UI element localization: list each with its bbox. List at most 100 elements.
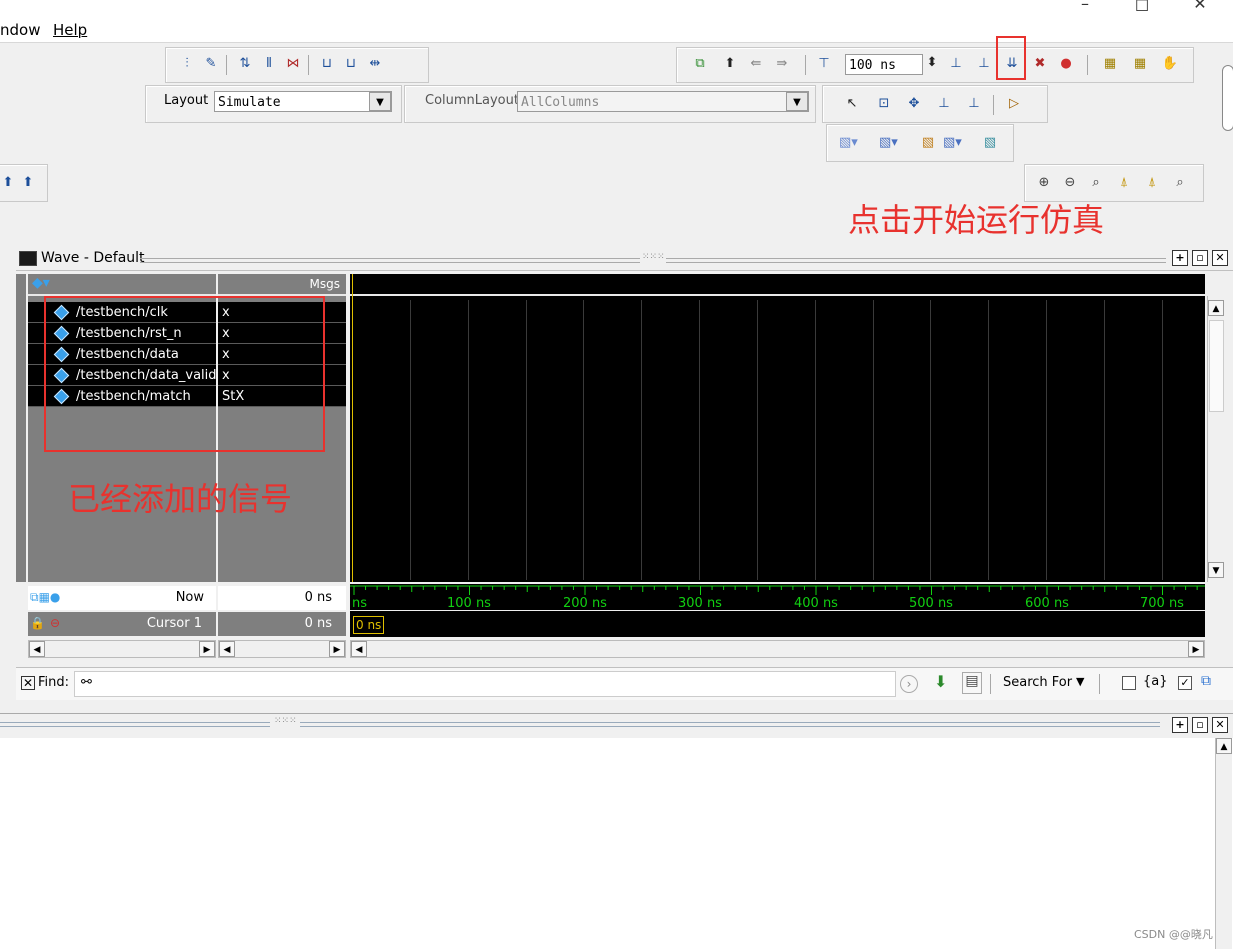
chevron-down-icon[interactable]: ▼ (786, 92, 808, 111)
cursor-line-icon[interactable]: ⊥ (935, 95, 953, 113)
drag-handle-icon[interactable]: ⁙⁙⁙ (642, 252, 665, 262)
lower-close-icon[interactable]: ✕ (1212, 717, 1228, 733)
menu-help[interactable]: Help (53, 21, 87, 39)
scroll-right-icon[interactable]: ▶ (199, 641, 215, 657)
scroll-left-icon[interactable]: ◀ (219, 641, 235, 657)
cursor-add2-icon[interactable]: ⊥ (965, 95, 983, 113)
scroll-right-icon[interactable]: ▶ (329, 641, 345, 657)
zoom-out-icon[interactable]: ⊖ (1061, 174, 1079, 192)
menu-bar: ndow Help (0, 18, 1233, 43)
continue-icon[interactable]: ⊥ (975, 55, 993, 73)
now-label: Now (175, 590, 204, 605)
run-all-highlight (996, 36, 1026, 80)
bookmark-icon[interactable]: ▧▾ (839, 134, 858, 152)
back-icon[interactable]: ⇚ (747, 55, 765, 73)
time-axis: ns 100 ns 200 ns 300 ns 400 ns 500 ns 60… (350, 584, 1205, 611)
run-icon[interactable]: ⊥ (947, 55, 965, 73)
add-wave-icon[interactable]: ⬆ (0, 174, 17, 192)
play-icon[interactable]: ▷ (1005, 95, 1023, 113)
wave-close-icon[interactable]: ✕ (1212, 250, 1228, 266)
scroll-down-icon[interactable]: ▼ (1208, 562, 1224, 578)
wave-menu-icon[interactable]: ◆▾ (32, 275, 50, 291)
waveform-plot[interactable] (350, 274, 1205, 582)
add-wave-up-icon[interactable]: ⬆ (19, 174, 37, 192)
find-next-icon[interactable]: › (900, 675, 918, 693)
minimize-icon[interactable]: – (1075, 0, 1095, 13)
layout-select[interactable]: Simulate (214, 91, 392, 112)
zoom-range-icon[interactable]: ⍋ (1143, 174, 1161, 192)
wave-horizontal-scrollbar[interactable]: ◀ ▶ (350, 640, 1205, 658)
edit-icon[interactable]: ✎ (202, 55, 220, 73)
names-horizontal-scrollbar[interactable]: ◀ ▶ (28, 640, 216, 658)
snap-icon[interactable]: ⊔ (318, 55, 336, 73)
cursor-add-icon[interactable]: ⦀ (260, 55, 278, 73)
cursor-delete-icon[interactable]: ⋈ (284, 55, 302, 73)
restart-icon[interactable]: ⧉ (691, 55, 709, 73)
find-down-icon[interactable]: ⬇ (934, 672, 947, 691)
stop-icon[interactable]: ● (1057, 55, 1075, 73)
hand-icon[interactable]: ✋ (1161, 55, 1179, 73)
search-for-label[interactable]: Search For (1003, 675, 1072, 690)
scroll-left-icon[interactable]: ◀ (351, 641, 367, 657)
find-input[interactable]: ⚯ (74, 671, 896, 697)
bookmark-edit-icon[interactable]: ▧ (919, 134, 937, 152)
search-for-dropdown-icon[interactable]: ▼ (1076, 675, 1084, 688)
names-header: ◆▾ (28, 274, 216, 296)
up-arrow-icon[interactable]: ⬆ (721, 55, 739, 73)
bookmark-go-icon[interactable]: ▧ (981, 134, 999, 152)
scroll-up-icon[interactable]: ▲ (1208, 300, 1224, 316)
regex-checkbox[interactable] (1122, 676, 1136, 690)
stepper-icon[interactable]: ⬍ (923, 54, 941, 72)
zoom-in-icon[interactable]: ⊕ (1035, 174, 1053, 192)
cursor-marker[interactable]: 0 ns (353, 616, 385, 634)
binoculars-icon[interactable]: ⚯ (81, 675, 92, 690)
run-length-input[interactable]: 100 ns (845, 54, 923, 75)
chevron-down-icon[interactable]: ▼ (369, 92, 391, 111)
cursor-lock-icon[interactable]: 🔒 (30, 616, 45, 630)
time-tick-label: 300 ns (678, 596, 722, 611)
forward-icon[interactable]: ⇛ (773, 55, 791, 73)
dock-icon[interactable]: + (1172, 717, 1188, 733)
zoom-last-icon[interactable]: ⌕ (1171, 174, 1189, 192)
maximize-icon[interactable]: ☐ (1132, 0, 1152, 15)
find-close-icon[interactable]: ✕ (21, 676, 35, 690)
bookmark-list-icon[interactable]: ▧▾ (943, 134, 962, 152)
insert-divider-icon[interactable]: ⫶ (178, 55, 196, 73)
menu-window[interactable]: ndow (0, 21, 40, 39)
close-icon[interactable]: ✕ (1190, 0, 1210, 13)
values-horizontal-scrollbar[interactable]: ◀ ▶ (218, 640, 346, 658)
undock-icon[interactable]: ▫ (1192, 717, 1208, 733)
break-icon[interactable]: ✖ (1031, 55, 1049, 73)
match-case-checkbox[interactable]: ✓ (1178, 676, 1192, 690)
step-icon[interactable]: ▦ (1101, 55, 1119, 73)
restart-sim-icon[interactable]: ⊤ (815, 55, 833, 73)
main-scrollbar[interactable] (1222, 65, 1233, 131)
now-icons[interactable]: ⧉▦● (30, 590, 60, 605)
undock-icon[interactable]: ▫ (1192, 250, 1208, 266)
dock-icon[interactable]: + (1172, 250, 1188, 266)
expand-icon[interactable]: ⊔ (342, 55, 360, 73)
time-tick-label: 400 ns (794, 596, 838, 611)
edge-icon[interactable]: ⇅ (236, 55, 254, 73)
pan-icon[interactable]: ✥ (905, 95, 923, 113)
bookmark-add-icon[interactable]: ▧▾ (879, 134, 898, 152)
step-over-icon[interactable]: ▦ (1131, 55, 1149, 73)
scroll-up-icon[interactable]: ▲ (1216, 738, 1232, 754)
column-layout-select[interactable]: AllColumns (517, 91, 809, 112)
scroll-right-icon[interactable]: ▶ (1188, 641, 1204, 657)
select-cursor-icon[interactable]: ↖ (843, 95, 861, 113)
scroll-left-icon[interactable]: ◀ (29, 641, 45, 657)
compress-icon[interactable]: ⇹ (366, 55, 384, 73)
annotation-start-sim: 点击开始运行仿真 (848, 201, 1105, 239)
wave-vertical-scrollbar[interactable]: ▲ ▼ (1207, 296, 1224, 582)
zoom-full-icon[interactable]: ⌕ (1087, 174, 1105, 192)
find-add-icon[interactable]: ⧉ (1201, 673, 1211, 689)
cursor-line[interactable] (352, 274, 353, 582)
zoom-cursor-icon[interactable]: ⍋ (1115, 174, 1133, 192)
drag-handle-icon[interactable]: ⁙⁙⁙ (274, 716, 297, 726)
lower-vertical-scrollbar[interactable]: ▲ (1215, 738, 1232, 949)
find-options-icon[interactable]: ▤ (962, 672, 982, 694)
zoom-mode-icon[interactable]: ⊡ (875, 95, 893, 113)
cursor-delete-small-icon[interactable]: ⊖ (50, 616, 60, 630)
find-label: Find: (38, 675, 70, 690)
